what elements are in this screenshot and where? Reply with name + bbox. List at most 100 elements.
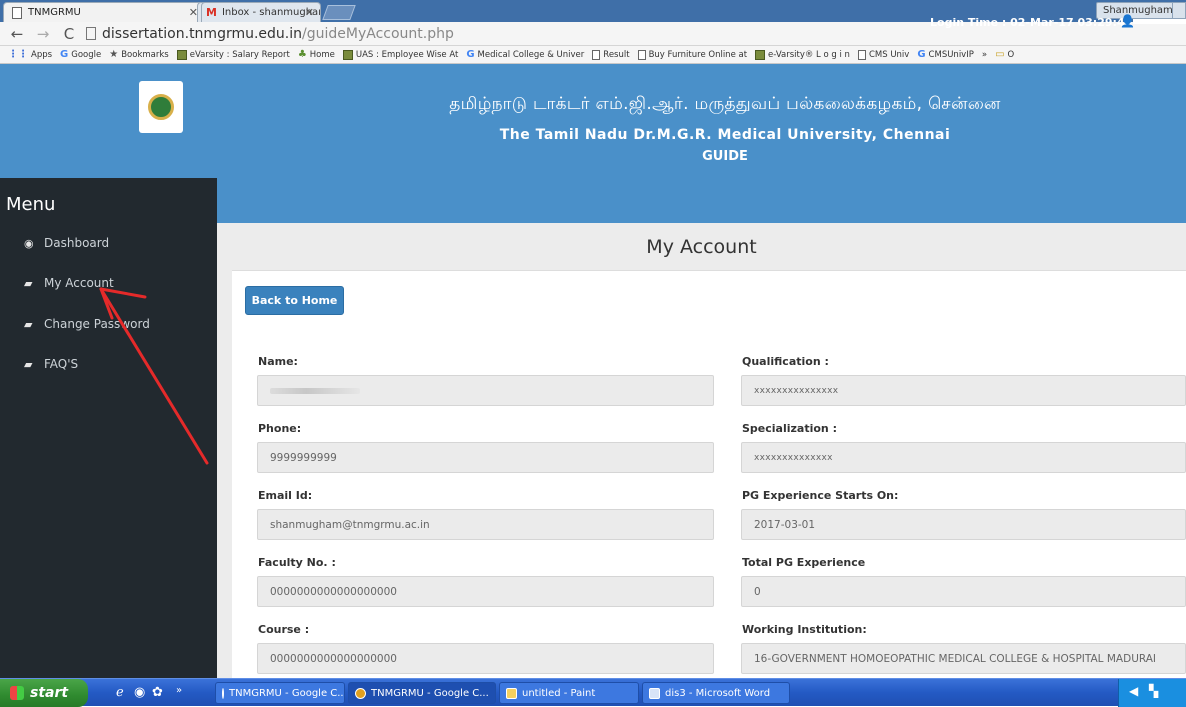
bookmarks-bar: ⋮⋮ Apps G Google ★ Bookmarks eVarsity : Sal… [0, 46, 1186, 64]
bookmark-label: O [1007, 49, 1015, 60]
phone-label: Phone: [258, 422, 302, 435]
bookmark-home[interactable]: ♣ Home [298, 49, 335, 60]
bookmark-label: Google [71, 49, 102, 60]
bookmark-bookmarks[interactable]: ★ Bookmarks [109, 49, 168, 60]
sidebar-item-label: My Account [44, 276, 114, 290]
back-to-home-button[interactable]: Back to Home [245, 286, 344, 315]
phone-field[interactable]: 9999999999 [257, 442, 714, 473]
bookmark-furniture[interactable]: Buy Furniture Online at [637, 49, 748, 60]
email-field[interactable]: shanmugham@tnmgrmu.ac.in [257, 509, 714, 540]
bookmark-label: Apps [31, 49, 53, 60]
sidebar-item-label: FAQ'S [44, 357, 79, 371]
task-label: untitled - Paint [522, 687, 596, 699]
chevron-right-icon[interactable]: » [176, 685, 182, 696]
sidebar-item-label: Dashboard [44, 236, 110, 250]
bookmark-label: Buy Furniture Online at [648, 49, 748, 60]
course-field[interactable]: 0000000000000000000 [257, 643, 714, 674]
bookmark-apps[interactable]: ⋮⋮ Apps [8, 49, 52, 60]
google-icon: G [466, 49, 475, 60]
faculty-no-field[interactable]: 0000000000000000000 [257, 576, 714, 607]
apps-icon: ⋮⋮ [8, 49, 28, 60]
university-header: தமிழ்நாடு டாக்டர் எம்.ஜி.ஆர். மருத்துவப்… [0, 64, 1186, 178]
close-icon[interactable]: ✕ [305, 6, 314, 19]
chrome-icon [355, 687, 366, 699]
system-tray: ◀ ▚ [1118, 679, 1186, 707]
sidebar-item-dashboard[interactable]: ◉ Dashboard [24, 236, 109, 250]
top-info-bar [217, 178, 1186, 223]
quicklaunch-icon[interactable]: ✿ [152, 685, 163, 700]
back-arrow-icon[interactable]: ← [8, 25, 26, 43]
specialization-field[interactable]: xxxxxxxxxxxxxx [741, 442, 1186, 473]
forward-arrow-icon[interactable]: → [34, 25, 52, 43]
book-icon: ▰ [24, 276, 33, 290]
tray-arrow-icon[interactable]: ◀ [1129, 684, 1138, 698]
start-label: start [30, 685, 69, 701]
bookmark-medical-college[interactable]: G Medical College & Univer [466, 49, 584, 60]
gmail-icon: M [206, 6, 217, 19]
bookmark-label: CMSUnivIP [928, 49, 974, 60]
google-icon: G [60, 49, 69, 60]
taskbar-item-paint[interactable]: untitled - Paint [499, 682, 639, 704]
evarsity-icon [755, 49, 766, 60]
page-icon [86, 27, 96, 40]
evarsity-icon [342, 49, 353, 60]
windows-taskbar: start ℯ ◉ ✿ » TNMGRMU - Google C... TNMG… [0, 678, 1186, 707]
network-icon[interactable]: ▚ [1149, 684, 1158, 698]
seal-icon [148, 94, 174, 120]
university-logo [139, 81, 183, 133]
bookmark-evarsity-login[interactable]: e-Varsity® L o g i n [755, 49, 850, 60]
name-field[interactable] [257, 375, 714, 406]
tab-tnmgrmu[interactable]: TNMGRMU ✕ [3, 2, 207, 22]
tamil-title: தமிழ்நாடு டாக்டர் எம்.ஜி.ஆர். மருத்துவப்… [449, 94, 1001, 114]
bookmark-google[interactable]: G Google [60, 49, 101, 60]
bookmark-result[interactable]: Result [592, 49, 630, 60]
star-icon: ★ [109, 49, 119, 60]
institution-label: Working Institution: [742, 623, 867, 636]
task-label: dis3 - Microsoft Word [665, 687, 771, 699]
english-title: The Tamil Nadu Dr.M.G.R. Medical Univers… [499, 127, 951, 143]
page-icon [12, 6, 22, 19]
ie-icon[interactable]: ℯ [116, 685, 124, 700]
new-tab-button[interactable] [322, 5, 356, 20]
bookmark-folder[interactable]: ▭ O [995, 49, 1014, 60]
qualification-field[interactable]: xxxxxxxxxxxxxxx [741, 375, 1186, 406]
sidebar-item-label: Change Password [44, 317, 150, 331]
start-button[interactable]: start [0, 679, 88, 707]
qualification-label: Qualification : [742, 355, 829, 368]
tab-inbox-full[interactable]: M Inbox - shanmugham@tnmgr ✕ [201, 2, 321, 22]
overflow-icon: » [981, 49, 988, 60]
url-field[interactable]: dissertation.tnmgrmu.edu.in/guideMyAccou… [86, 26, 454, 42]
name-label: Name: [258, 355, 298, 368]
email-label: Email Id: [258, 489, 313, 502]
bookmark-overflow[interactable]: » [982, 50, 987, 60]
bookmark-uas[interactable]: UAS : Employee Wise At [342, 49, 458, 60]
page-icon [637, 49, 646, 60]
taskbar-item-word[interactable]: dis3 - Microsoft Word [642, 682, 790, 704]
taskbar-item-tnmgrmu-1[interactable]: TNMGRMU - Google C... [215, 682, 345, 704]
task-label: TNMGRMU - Google C... [371, 687, 489, 699]
bookmark-cmsunivip[interactable]: G CMSUnivIP [917, 49, 974, 60]
chrome-icon [222, 687, 224, 699]
login-time: Login Time : 02-Mar-17 03:29:45 [930, 16, 1133, 29]
bookmark-cms-univ[interactable]: CMS Univ [857, 49, 909, 60]
redacted-name [270, 387, 360, 394]
bookmark-label: eVarsity : Salary Report [189, 49, 290, 60]
pg-start-field[interactable]: 2017-03-01 [741, 509, 1186, 540]
sidebar-item-my-account[interactable]: ▰ My Account [24, 276, 114, 290]
specialization-label: Specialization : [742, 422, 837, 435]
page-icon [857, 49, 866, 60]
paint-icon [506, 687, 517, 699]
taskbar-item-tnmgrmu-2[interactable]: TNMGRMU - Google C... [348, 682, 496, 704]
user-name-redacted[interactable] [1133, 19, 1186, 24]
sidebar-item-change-password[interactable]: ▰ Change Password [24, 317, 150, 331]
reload-icon[interactable]: C [60, 25, 78, 43]
account-card [232, 270, 1186, 678]
institution-field[interactable]: 16-GOVERNMENT HOMOEOPATHIC MEDICAL COLLE… [741, 643, 1186, 674]
minimize-button[interactable] [1172, 2, 1186, 19]
sidebar-item-faqs[interactable]: ▰ FAQ'S [24, 357, 78, 371]
total-pg-field[interactable]: 0 [741, 576, 1186, 607]
bookmark-label: Bookmarks [121, 49, 169, 60]
page-title: My Account [646, 236, 757, 258]
bookmark-salary-report[interactable]: eVarsity : Salary Report [176, 49, 290, 60]
chrome-icon[interactable]: ◉ [134, 685, 145, 700]
